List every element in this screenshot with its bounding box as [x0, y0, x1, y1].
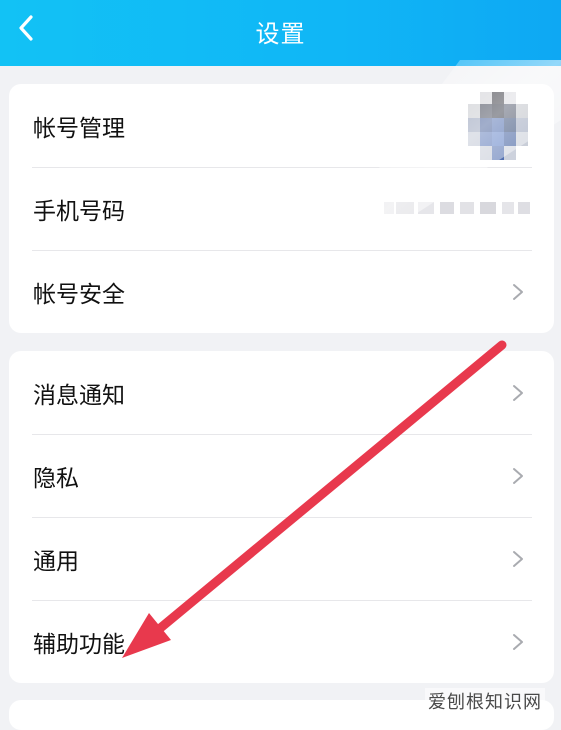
- privacy-row[interactable]: 隐私: [9, 434, 554, 517]
- account-section: 帐号管理 手机号码 帐号安全: [9, 84, 554, 333]
- row-label: 消息通知: [33, 382, 125, 409]
- title-bar: 设置: [0, 0, 561, 66]
- general-row[interactable]: 通用: [9, 517, 554, 600]
- general-section: 消息通知 隐私 通用 辅助功能: [9, 351, 554, 683]
- account-management-row[interactable]: 帐号管理: [9, 84, 554, 167]
- chevron-right-icon: [513, 633, 523, 650]
- row-label: 帐号安全: [33, 281, 125, 308]
- row-label: 辅助功能: [33, 631, 125, 658]
- accessibility-row[interactable]: 辅助功能: [9, 600, 554, 683]
- page-title: 设置: [255, 20, 306, 48]
- row-label: 帐号管理: [33, 115, 125, 142]
- phone-number-row[interactable]: 手机号码: [9, 167, 554, 250]
- chevron-right-icon: [513, 467, 523, 484]
- row-label: 通用: [33, 548, 79, 575]
- row-label: 隐私: [33, 465, 79, 492]
- chevron-right-icon: [513, 550, 523, 567]
- watermark: 爱刨根知识网: [425, 688, 545, 714]
- notifications-row[interactable]: 消息通知: [9, 351, 554, 434]
- phone-number-value: [384, 202, 530, 214]
- row-label: 手机号码: [33, 198, 125, 225]
- chevron-right-icon: [513, 384, 523, 401]
- account-security-row[interactable]: 帐号安全: [9, 250, 554, 333]
- avatar[interactable]: [468, 92, 528, 160]
- chevron-right-icon: [513, 283, 523, 300]
